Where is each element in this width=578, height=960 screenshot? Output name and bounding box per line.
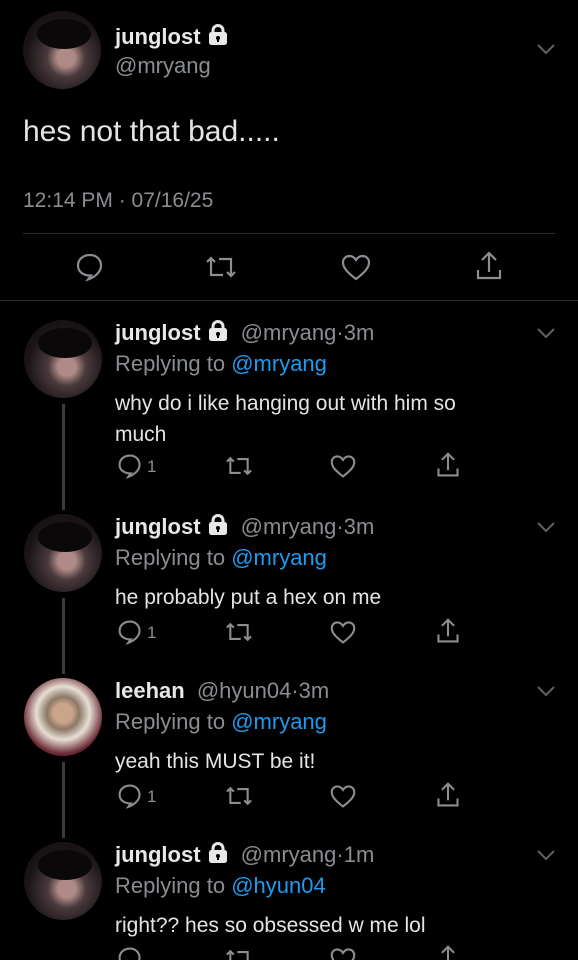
share-icon[interactable] [435, 944, 461, 960]
display-name[interactable]: leehan [115, 678, 185, 703]
separator-dot: · [291, 678, 299, 703]
retweet-icon[interactable] [203, 252, 239, 282]
replying-to: Replying to @mryang [115, 545, 327, 571]
reply-text-line: much [115, 423, 167, 446]
reply-text-line: yeah this MUST be it! [115, 750, 316, 773]
replying-to: Replying to @hyun04 [115, 873, 326, 899]
divider [0, 300, 578, 301]
reply-icon[interactable] [75, 252, 105, 282]
reply-icon[interactable] [117, 453, 143, 479]
reply-text: why do i like hanging out with him so mu… [115, 388, 535, 450]
time-ago[interactable]: 3m [344, 320, 375, 345]
replying-to: Replying to @mryang [115, 709, 327, 735]
time-ago[interactable]: 1m [344, 842, 375, 867]
share-icon[interactable] [435, 451, 461, 479]
like-icon[interactable] [340, 252, 372, 282]
action-bar [115, 944, 465, 960]
replying-prefix: Replying to [115, 545, 226, 570]
handle[interactable]: @mryang [241, 842, 337, 867]
chevron-down-icon[interactable] [536, 848, 556, 862]
reply-header: junglost @mryang·3m [115, 514, 374, 540]
reply-text-line: he probably put a hex on me [115, 586, 382, 609]
lock-icon [208, 320, 227, 341]
chevron-down-icon[interactable] [536, 42, 556, 56]
display-name[interactable]: junglost [115, 320, 201, 345]
lock-icon [208, 842, 227, 863]
replying-prefix: Replying to [115, 873, 226, 898]
reply-text: right?? hes so obsessed w me lol [115, 910, 535, 941]
separator-dot: · [336, 514, 344, 539]
retweet-icon[interactable] [223, 453, 255, 479]
reply-text-line: right?? hes so obsessed w me lol [115, 914, 426, 937]
display-name[interactable]: junglost [115, 842, 201, 867]
like-icon[interactable] [329, 453, 357, 479]
thread-line [62, 598, 65, 674]
reply-header: junglost @mryang·3m [115, 320, 374, 346]
action-bar: 1 [115, 781, 465, 813]
time-ago[interactable]: 3m [344, 514, 375, 539]
like-icon[interactable] [329, 783, 357, 809]
mention-link[interactable]: @mryang [231, 545, 327, 570]
reply-count: 1 [147, 457, 157, 476]
reply-text: he probably put a hex on me [115, 582, 535, 613]
share-icon[interactable] [435, 781, 461, 809]
reply-tweet[interactable]: junglost @mryang·1m Replying to @hyun04 … [0, 842, 578, 960]
reply-count: 1 [147, 787, 157, 806]
reply-tweet[interactable]: leehan @hyun04·3m Replying to @mryang ye… [0, 678, 578, 838]
avatar[interactable] [24, 320, 102, 398]
thread-line [62, 762, 65, 838]
reply-text: yeah this MUST be it! [115, 746, 535, 777]
divider [23, 233, 555, 234]
mention-link[interactable]: @mryang [231, 351, 327, 376]
action-bar: 1 [115, 451, 465, 483]
mention-link[interactable]: @hyun04 [231, 873, 326, 898]
reply-icon[interactable] [117, 619, 143, 645]
mention-link[interactable]: @mryang [231, 709, 327, 734]
handle[interactable]: @mryang [115, 53, 211, 79]
replying-to: Replying to @mryang [115, 351, 327, 377]
retweet-icon[interactable] [223, 783, 255, 809]
avatar[interactable] [24, 514, 102, 592]
lock-icon [208, 514, 227, 535]
timestamp[interactable]: 12:14 PM · 07/16/25 [23, 189, 213, 213]
share-icon[interactable] [474, 250, 504, 282]
separator-dot: · [336, 842, 344, 867]
reply-count: 1 [147, 623, 157, 642]
share-icon[interactable] [435, 617, 461, 645]
display-name-text: junglost [115, 24, 201, 49]
tweet-text: hes not that bad..... [23, 115, 280, 148]
chevron-down-icon[interactable] [536, 326, 556, 340]
action-bar: 1 [115, 617, 465, 649]
like-icon[interactable] [329, 946, 357, 960]
avatar[interactable] [24, 678, 102, 756]
handle[interactable]: @mryang [241, 514, 337, 539]
retweet-icon[interactable] [223, 946, 255, 960]
reply-tweet[interactable]: junglost @mryang·3m Replying to @mryang … [0, 514, 578, 674]
separator-dot: · [336, 320, 344, 345]
reply-icon[interactable] [117, 946, 143, 960]
thread-line [62, 404, 65, 510]
replying-prefix: Replying to [115, 351, 226, 376]
lock-icon [208, 24, 227, 45]
like-icon[interactable] [329, 619, 357, 645]
reply-icon[interactable] [117, 783, 143, 809]
reply-header: junglost @mryang·1m [115, 842, 374, 868]
reply-tweet[interactable]: junglost @mryang·3m Replying to @mryang … [0, 320, 578, 510]
retweet-icon[interactable] [223, 619, 255, 645]
main-tweet: junglost @mryang hes not that bad..... 1… [0, 0, 578, 300]
time-ago[interactable]: 3m [299, 678, 330, 703]
reply-header: leehan @hyun04·3m [115, 678, 329, 704]
chevron-down-icon[interactable] [536, 684, 556, 698]
display-name[interactable]: junglost [115, 514, 201, 539]
handle[interactable]: @hyun04 [197, 678, 292, 703]
avatar[interactable] [24, 842, 102, 920]
chevron-down-icon[interactable] [536, 520, 556, 534]
handle[interactable]: @mryang [241, 320, 337, 345]
avatar[interactable] [23, 11, 101, 89]
replying-prefix: Replying to [115, 709, 226, 734]
reply-text-line: why do i like hanging out with him so [115, 392, 456, 415]
display-name[interactable]: junglost [115, 24, 229, 50]
